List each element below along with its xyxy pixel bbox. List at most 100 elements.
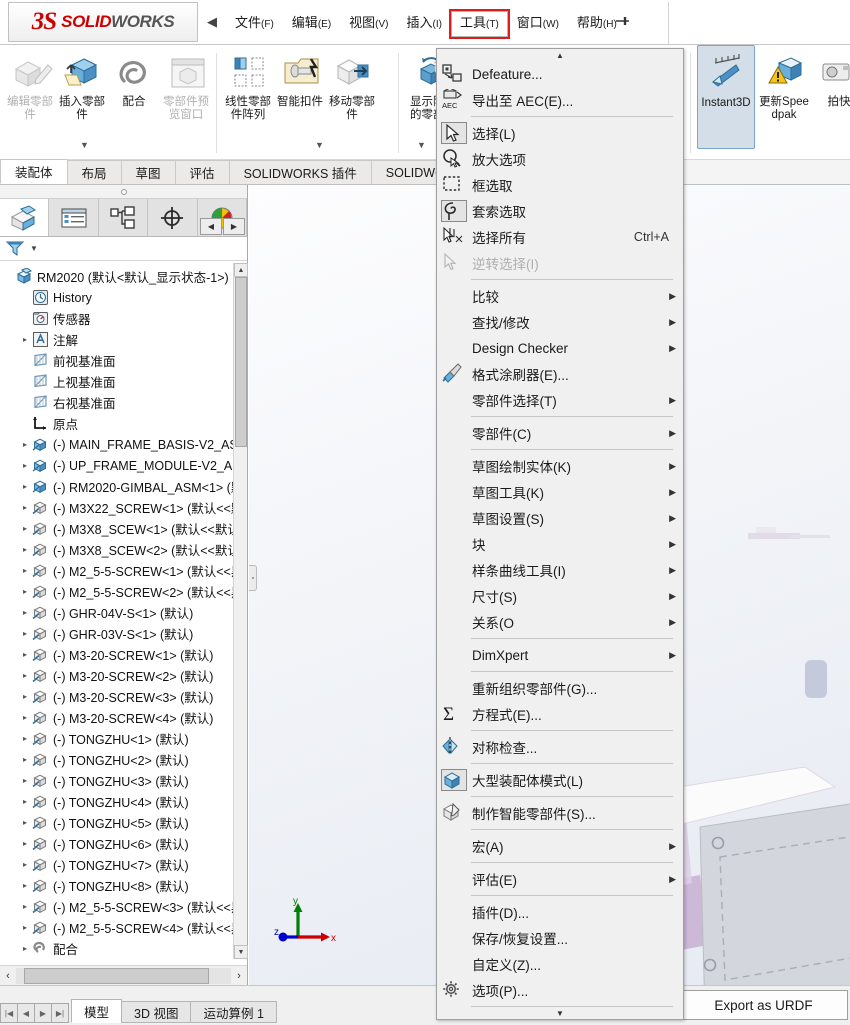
menu-item-l[interactable]: 大型装配体模式(L): [437, 767, 683, 793]
feature-tree[interactable]: RM2020 (默认<默认_显示状态-1>) History 传感器 ▸ 注解 前视基准面…: [0, 263, 233, 959]
menu-item-1[interactable]: 编辑(E): [283, 11, 340, 37]
tree-expander-icon[interactable]: ▸: [18, 860, 32, 869]
menu-tools[interactable]: 工具(T): [448, 9, 510, 39]
tree-expander-icon[interactable]: ▸: [18, 587, 32, 596]
tree-expander-icon[interactable]: ▸: [18, 881, 32, 890]
tree-item[interactable]: ▸ (-) M2_5-5-SCREW<1> (默认<<黑: [0, 560, 233, 581]
tree-filter-bar[interactable]: ▼: [0, 237, 247, 261]
hscroll-thumb[interactable]: [24, 967, 209, 984]
menu-item-[interactable]: 保存/恢复设置...: [437, 925, 683, 951]
ribbon-tab-0[interactable]: 装配体: [0, 159, 68, 184]
ribbon-button-instant3d[interactable]: Instant3D: [697, 45, 755, 149]
menu-item-s[interactable]: 尺寸(S) ▶: [437, 583, 683, 609]
menu-item-aec-e[interactable]: AEC 导出至 AEC(E)...: [437, 87, 683, 113]
property-manager-tab[interactable]: [49, 199, 99, 236]
tree-expander-icon[interactable]: ▸: [18, 629, 32, 638]
menu-collapse-caret-icon[interactable]: ◀: [207, 14, 217, 30]
tree-expander-icon[interactable]: ▸: [18, 734, 32, 743]
tree-horizontal-scrollbar[interactable]: ‹ ›: [0, 965, 247, 985]
tree-expander-icon[interactable]: ▸: [18, 545, 32, 554]
tree-expander-icon[interactable]: ▸: [18, 692, 32, 701]
tree-expander-icon[interactable]: ▸: [18, 482, 32, 491]
tree-item[interactable]: ▸ (-) M3X8_SCEW<1> (默认<<默认: [0, 518, 233, 539]
ribbon-button-edit-component[interactable]: 编辑零部件: [4, 45, 56, 160]
ribbon-button-update-speedpak[interactable]: 更新Speedpak: [755, 45, 813, 160]
tree-item[interactable]: ▸ 配合: [0, 938, 233, 959]
tree-expander-icon[interactable]: ▸: [18, 713, 32, 722]
document-tab-2[interactable]: 运动算例 1: [190, 1001, 277, 1023]
tree-item[interactable]: ▸ (-) GHR-03V-S<1> (默认): [0, 623, 233, 644]
fm-tab-next-button[interactable]: ▶: [223, 218, 245, 235]
tree-expander-icon[interactable]: ▸: [18, 440, 32, 449]
filter-dropdown-arrow-icon[interactable]: ▼: [30, 244, 38, 253]
ribbon-button-mate[interactable]: 配合: [108, 45, 160, 160]
menu-item-g[interactable]: 重新组织零部件(G)...: [437, 675, 683, 701]
menu-item-[interactable]: 查找/修改 ▶: [437, 309, 683, 335]
tree-expander-icon[interactable]: ▸: [18, 944, 32, 953]
tree-expander-icon[interactable]: ▸: [18, 776, 32, 785]
tree-item[interactable]: ▸ (-) M3-20-SCREW<3> (默认): [0, 686, 233, 707]
menu-item-s[interactable]: 制作智能零部件(S)...: [437, 800, 683, 826]
tree-expander-icon[interactable]: ▸: [18, 818, 32, 827]
ribbon-tab-1[interactable]: 布局: [66, 160, 122, 184]
menu-item-[interactable]: 框选取: [437, 172, 683, 198]
menu-item-i[interactable]: 逆转选择(I): [437, 250, 683, 276]
tree-expander-icon[interactable]: ▸: [18, 797, 32, 806]
tree-item[interactable]: 右视基准面: [0, 392, 233, 413]
tree-expander-icon[interactable]: ▸: [18, 566, 32, 575]
tree-item[interactable]: 前视基准面: [0, 350, 233, 371]
menu-item-p[interactable]: 选项(P)...: [437, 977, 683, 1003]
ribbon-button-component-preview[interactable]: 零部件预览窗口: [160, 45, 212, 160]
tree-item[interactable]: ▸ (-) TONGZHU<1> (默认): [0, 728, 233, 749]
tree-item[interactable]: ▸ (-) M3-20-SCREW<1> (默认): [0, 644, 233, 665]
fm-tab-prev-button[interactable]: ◀: [200, 218, 222, 235]
tree-item[interactable]: ▸ (-) TONGZHU<7> (默认): [0, 854, 233, 875]
tree-item[interactable]: ▸ (-) M2_5-5-SCREW<4> (默认<<黑: [0, 917, 233, 938]
menu-item-s[interactable]: 草图设置(S) ▶: [437, 505, 683, 531]
pin-icon[interactable]: [615, 14, 631, 28]
tab-nav-prev-button[interactable]: ◀: [17, 1003, 35, 1023]
menu-item-k[interactable]: 草图工具(K) ▶: [437, 479, 683, 505]
document-tab-1[interactable]: 3D 视图: [121, 1001, 192, 1023]
tree-item[interactable]: ▸ (-) TONGZHU<4> (默认): [0, 791, 233, 812]
tab-nav-last-button[interactable]: ▶|: [51, 1003, 69, 1023]
menu-item-a[interactable]: 宏(A) ▶: [437, 833, 683, 859]
tree-item[interactable]: 上视基准面: [0, 371, 233, 392]
tools-dropdown-menu[interactable]: ▲ Defeature... AEC 导出至 AEC(E)... 选择(L) 放大选项框…: [436, 48, 684, 1020]
menu-scroll-down-button[interactable]: ▼: [437, 1007, 683, 1019]
smart-fasteners-dropdown-arrow-icon[interactable]: ▼: [315, 140, 324, 150]
menu-item-[interactable]: 套索选取: [437, 198, 683, 224]
tree-expander-icon[interactable]: ▸: [18, 608, 32, 617]
menu-scroll-up-button[interactable]: ▲: [437, 49, 683, 61]
ribbon-tab-4[interactable]: SOLIDWORKS 插件: [228, 160, 372, 184]
menu-item-i[interactable]: 样条曲线工具(I) ▶: [437, 557, 683, 583]
ribbon-tab-2[interactable]: 草图: [120, 160, 176, 184]
feature-tree-tab[interactable]: [0, 199, 50, 236]
menu-item-e[interactable]: Σ 方程式(E)...: [437, 701, 683, 727]
tree-item[interactable]: ▸ (-) MAIN_FRAME_BASIS-V2_ASM: [0, 434, 233, 455]
menu-item-e[interactable]: 格式涂刷器(E)...: [437, 361, 683, 387]
document-tab-0[interactable]: 模型: [71, 999, 123, 1023]
menu-item-o[interactable]: 关系(O ▶: [437, 609, 683, 635]
menu-item-0[interactable]: 文件(F): [226, 11, 283, 37]
tab-nav-next-button[interactable]: ▶: [34, 1003, 52, 1023]
ribbon-button-move-component[interactable]: 移动零部件: [326, 45, 378, 160]
tree-expander-icon[interactable]: ▸: [18, 755, 32, 764]
tree-item[interactable]: ▸ (-) M3-20-SCREW<4> (默认): [0, 707, 233, 728]
tree-expander-icon[interactable]: ▸: [18, 671, 32, 680]
dimxpert-manager-tab[interactable]: [148, 199, 198, 236]
viewport-panel-handle[interactable]: [249, 565, 257, 591]
menu-item-e[interactable]: 评估(E) ▶: [437, 866, 683, 892]
menu-item-5[interactable]: 窗口(W): [508, 11, 568, 37]
hscroll-right-button[interactable]: ›: [231, 967, 247, 985]
hscroll-left-button[interactable]: ‹: [0, 967, 16, 985]
hscroll-track[interactable]: [16, 967, 231, 984]
tree-item[interactable]: ▸ (-) TONGZHU<5> (默认): [0, 812, 233, 833]
menu-item-[interactable]: 对称检查...: [437, 734, 683, 760]
menu-item-d[interactable]: 插件(D)...: [437, 899, 683, 925]
tree-item[interactable]: ▸ (-) M3X8_SCEW<2> (默认<<默认: [0, 539, 233, 560]
ribbon-button-snapshot[interactable]: 拍快: [813, 45, 850, 160]
configuration-manager-tab[interactable]: [98, 199, 149, 236]
menu-item-3[interactable]: 插入(I): [398, 11, 451, 37]
insert-component-dropdown-arrow-icon[interactable]: ▼: [80, 140, 89, 150]
